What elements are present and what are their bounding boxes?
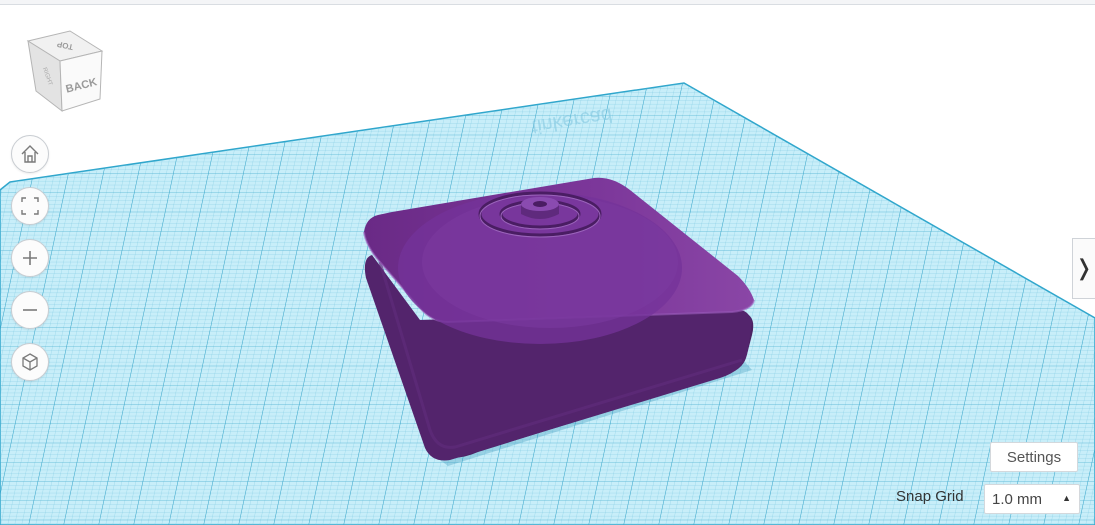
zoom-in-button[interactable]	[11, 239, 49, 277]
zoom-out-button[interactable]	[11, 291, 49, 329]
viewcube[interactable]: TOP BACK RIGHT	[22, 29, 106, 121]
home-icon	[21, 145, 39, 163]
workplane-canvas[interactable]: tinkercad	[0, 5, 1095, 525]
minus-icon	[23, 309, 37, 311]
home-view-button[interactable]	[11, 135, 49, 173]
snap-grid-value: 1.0 mm	[992, 491, 1043, 508]
dropdown-arrow-icon: ▲	[1062, 493, 1071, 503]
snap-grid-select[interactable]: 1.0 mm ▲	[984, 484, 1080, 514]
settings-label: Settings	[1006, 448, 1062, 466]
perspective-cube-icon	[22, 353, 38, 371]
settings-button[interactable]: Settings	[990, 442, 1078, 472]
expand-panel-button[interactable]: ❭	[1072, 238, 1095, 299]
projection-toggle-button[interactable]	[11, 343, 49, 381]
chevron-right-icon: ❭	[1074, 256, 1094, 281]
3d-viewport[interactable]: tinkercad TOP BACK RIGHT ❭	[0, 5, 1095, 525]
snap-grid-label: Snap Grid	[896, 488, 964, 505]
plus-icon	[23, 251, 37, 265]
fit-to-view-icon	[21, 197, 39, 215]
fit-view-button[interactable]	[11, 187, 49, 225]
